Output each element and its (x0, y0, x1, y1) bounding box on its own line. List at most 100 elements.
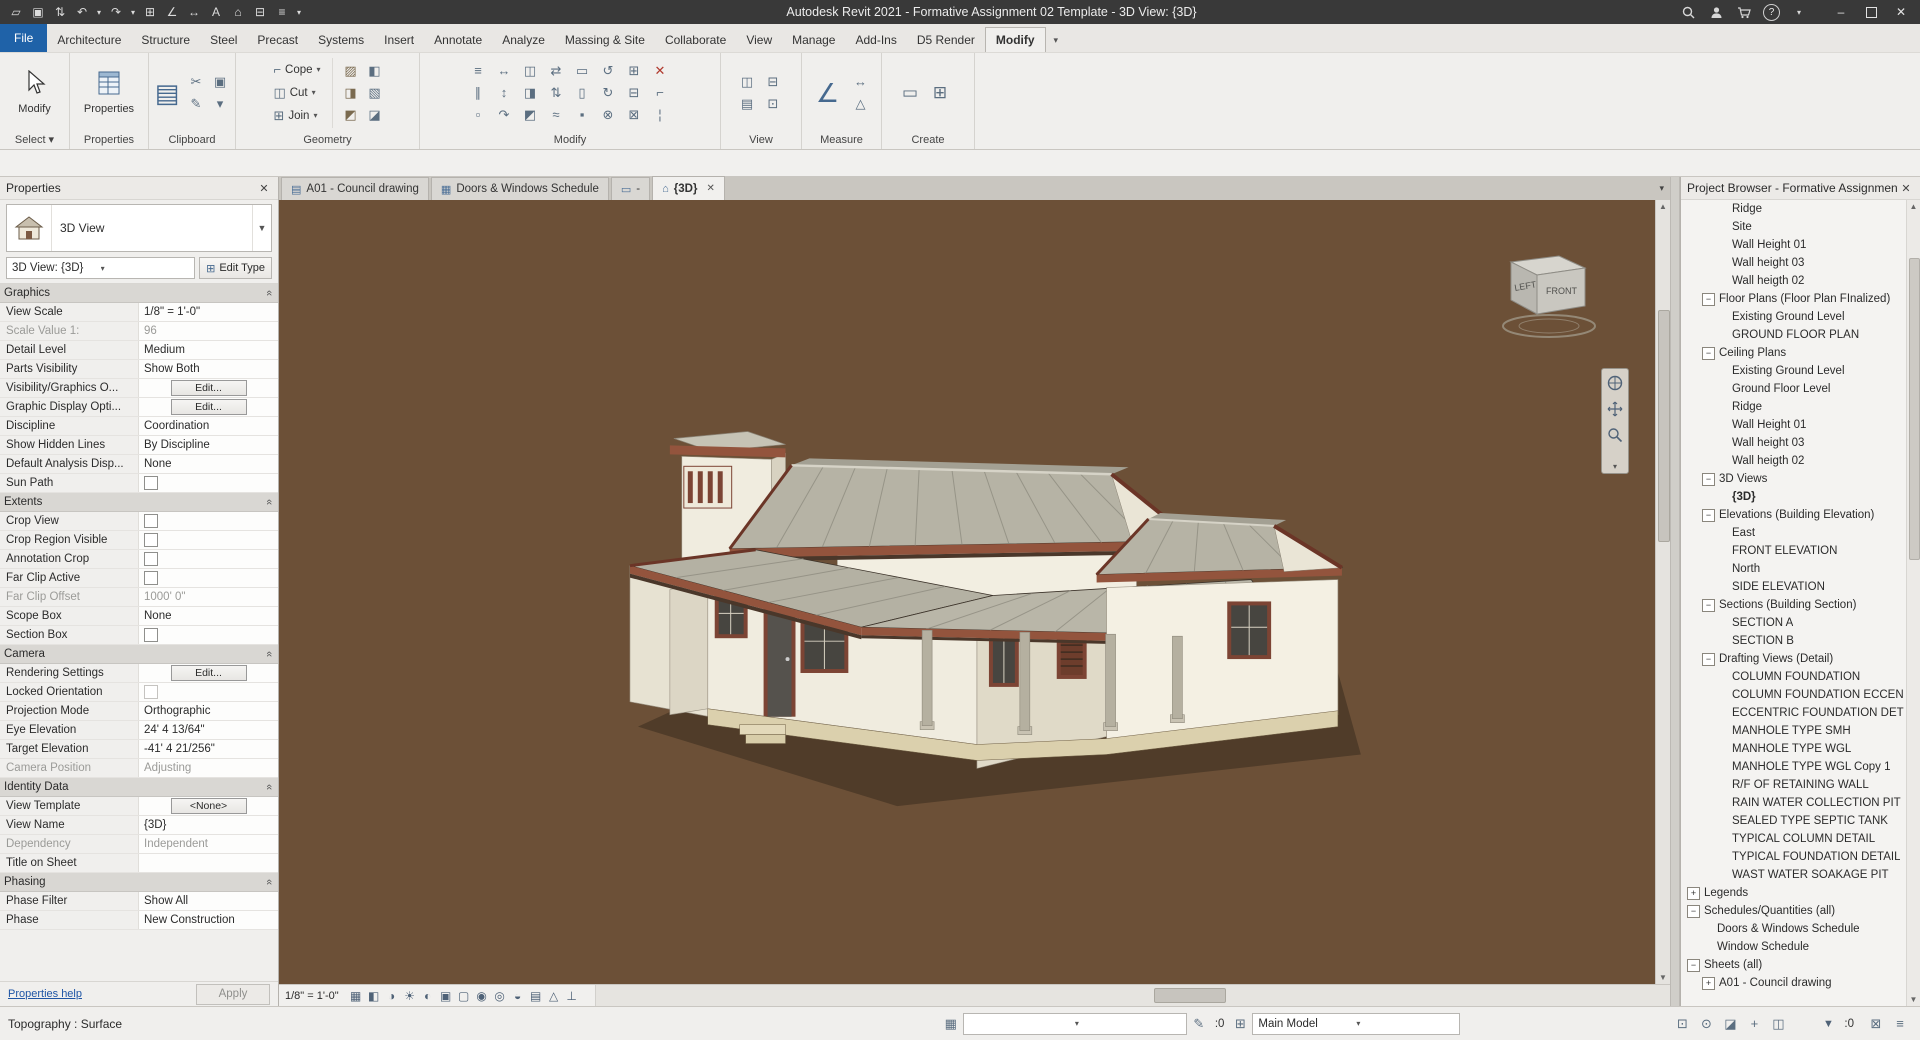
edit-button-graphic-display-opti[interactable]: Edit... (171, 399, 247, 415)
scale-icon[interactable]: ▯ (571, 83, 593, 103)
browser-item-floor-plans-floor-plan-finalized[interactable]: −Floor Plans (Floor Plan FInalized) (1681, 290, 1907, 308)
viewcube[interactable]: LEFT FRONT (1497, 250, 1607, 345)
search-icon[interactable] (1679, 3, 1697, 21)
property-value[interactable] (138, 474, 278, 492)
ribbon-tab-collaborate[interactable]: Collaborate (655, 28, 736, 52)
copy-icon[interactable]: ▣ (209, 72, 231, 92)
property-value[interactable]: -41' 4 21/256" (138, 740, 278, 758)
checkbox-sun-path[interactable] (144, 476, 158, 490)
array-icon[interactable]: ⊞ (623, 61, 645, 81)
property-value[interactable]: Show Both (138, 360, 278, 378)
app-store-icon[interactable] (1735, 3, 1753, 21)
autodesk-account-icon[interactable] (1707, 3, 1725, 21)
checkbox-far-clip-active[interactable] (144, 571, 158, 585)
navbar-more-icon[interactable]: ▾ (1613, 462, 1617, 471)
section-header-identity-data[interactable]: Identity Data« (0, 778, 278, 797)
redo-small-icon[interactable]: ↷ (493, 105, 515, 125)
collapse-icon[interactable]: − (1702, 293, 1715, 306)
property-value[interactable] (138, 854, 278, 872)
ribbon-tab-systems[interactable]: Systems (308, 28, 374, 52)
help-menu-icon[interactable]: ▾ (1790, 3, 1808, 21)
model-display-icon[interactable]: ▦ (347, 987, 365, 1004)
drag-on-selection-icon[interactable]: + (1744, 1015, 1764, 1033)
canvas-hscroll-thumb[interactable] (1154, 988, 1226, 1003)
checkbox-locked-orientation[interactable] (144, 685, 158, 699)
show-crop-icon[interactable]: ▢ (455, 987, 473, 1004)
redo-menu-icon[interactable]: ▾ (128, 3, 138, 21)
browser-item-wall-height-01[interactable]: Wall Height 01 (1681, 236, 1907, 254)
file-tab[interactable]: File (0, 24, 47, 52)
trim-icon[interactable]: ▭ (571, 61, 593, 81)
doc-tab-3d[interactable]: ⌂{3D}✕ (652, 176, 725, 200)
browser-item-manhole-type-wgl[interactable]: MANHOLE TYPE WGL (1681, 740, 1907, 758)
doc-tab-a01-council-drawing[interactable]: ▤A01 - Council drawing (281, 177, 429, 200)
sync-icon[interactable]: ⇅ (50, 3, 70, 21)
split-icon[interactable]: ◩ (519, 105, 541, 125)
mirror-icon[interactable]: ◫ (519, 61, 541, 81)
approx-icon[interactable]: ≈ (545, 105, 567, 125)
browser-item-wall-heigth-02[interactable]: Wall heigth 02 (1681, 452, 1907, 470)
browser-item-ceiling-plans[interactable]: −Ceiling Plans (1681, 344, 1907, 362)
collapse-section-icon[interactable]: « (263, 784, 275, 790)
cut-geometry-button[interactable]: ◫ Cut ▾ (269, 82, 324, 104)
browser-item-east[interactable]: East (1681, 524, 1907, 542)
ribbon-tab-structure[interactable]: Structure (131, 28, 200, 52)
property-value[interactable]: Orthographic (138, 702, 278, 720)
palette-splitter[interactable] (1670, 177, 1680, 1006)
ribbon-tab-d5-render[interactable]: D5 Render (907, 28, 985, 52)
expand-icon[interactable]: + (1702, 977, 1715, 990)
swap-icon[interactable]: ⇄ (545, 61, 567, 81)
property-value[interactable]: Edit... (138, 664, 278, 682)
ribbon-tab-massing-site[interactable]: Massing & Site (555, 28, 655, 52)
project-browser-close-icon[interactable]: ✕ (1898, 180, 1914, 196)
cope-corner-icon[interactable]: ⌐ (649, 83, 671, 103)
edit-button-visibility-graphics-o[interactable]: Edit... (171, 380, 247, 396)
collapse-icon[interactable]: − (1702, 509, 1715, 522)
browser-item-wall-height-03[interactable]: Wall height 03 (1681, 254, 1907, 272)
offset-icon[interactable]: ∥ (467, 83, 489, 103)
browser-item-elevations-building-elevation[interactable]: −Elevations (Building Elevation) (1681, 506, 1907, 524)
match-type-icon[interactable]: ✎ (185, 94, 207, 114)
section-header-extents[interactable]: Extents« (0, 493, 278, 512)
properties-toggle-button[interactable]: Properties (82, 56, 136, 130)
join-elements-icon[interactable]: ⊗ (597, 105, 619, 125)
apply-button[interactable]: Apply (196, 984, 270, 1005)
split-with-gap-icon[interactable]: ¦ (649, 105, 671, 125)
browser-item-wall-heigth-02[interactable]: Wall heigth 02 (1681, 272, 1907, 290)
workset-dropdown[interactable]: ▾ (963, 1013, 1187, 1035)
steering-wheel-icon[interactable] (1605, 373, 1625, 393)
project-browser-header[interactable]: Project Browser - Formative Assignment..… (1681, 177, 1920, 200)
demolish-icon[interactable]: ◩ (340, 105, 362, 125)
property-value[interactable] (138, 531, 278, 549)
edit-button-rendering-settings[interactable]: Edit... (171, 665, 247, 681)
angle-icon[interactable]: △ (850, 94, 872, 114)
edit-type-button[interactable]: ⊞ Edit Type (199, 257, 272, 279)
properties-close-icon[interactable]: ✕ (256, 180, 272, 196)
editable-only-icon[interactable]: ✎ (1189, 1015, 1209, 1033)
create-group-icon[interactable]: ▭ (899, 83, 921, 103)
collapse-icon[interactable]: − (1687, 905, 1700, 918)
property-value[interactable]: 96 (138, 322, 278, 340)
save-icon[interactable]: ▣ (28, 3, 48, 21)
select-pinned-icon[interactable]: ⊙ (1696, 1015, 1716, 1033)
browser-scrollbar[interactable]: ▲ ▼ (1906, 200, 1920, 1006)
unjoin-icon[interactable]: ◪ (364, 105, 386, 125)
print-icon[interactable]: ⊞ (140, 3, 160, 21)
paste-options-icon[interactable]: ▾ (209, 94, 231, 114)
reveal-hidden-icon[interactable]: ◒ (509, 987, 527, 1004)
browser-item-section-b[interactable]: SECTION B (1681, 632, 1907, 650)
property-value[interactable]: By Discipline (138, 436, 278, 454)
browser-item-existing-ground-level[interactable]: Existing Ground Level (1681, 308, 1907, 326)
browser-item-wast-water-soakage-pit[interactable]: WAST WATER SOAKAGE PIT (1681, 866, 1907, 884)
property-value[interactable]: Coordination (138, 417, 278, 435)
create-similar-icon[interactable]: ⊞ (929, 83, 951, 103)
type-selector-arrow-icon[interactable]: ▼ (252, 205, 271, 251)
browser-scroll-thumb[interactable] (1909, 258, 1920, 560)
browser-item-ridge[interactable]: Ridge (1681, 398, 1907, 416)
mirror-axis-icon[interactable]: ◨ (519, 83, 541, 103)
paint-icon[interactable]: ◨ (340, 83, 362, 103)
browser-item-3d-views[interactable]: −3D Views (1681, 470, 1907, 488)
background-processes-icon[interactable]: ◫ (1768, 1015, 1788, 1033)
browser-item-rain-water-collection-pit[interactable]: RAIN WATER COLLECTION PIT (1681, 794, 1907, 812)
sun-path-icon[interactable]: ☀ (401, 987, 419, 1004)
